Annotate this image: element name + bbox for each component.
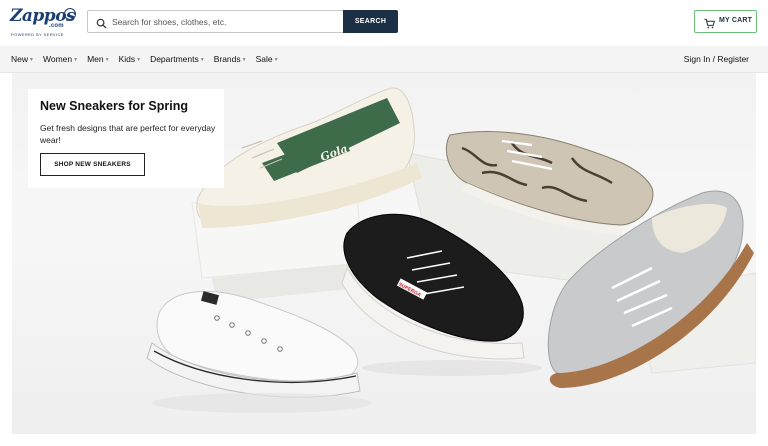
nav-item-label: Brands: [213, 54, 241, 64]
nav-item-kids[interactable]: Kids▼: [119, 54, 142, 64]
shop-new-sneakers-button[interactable]: SHOP NEW SNEAKERS: [40, 153, 145, 176]
chevron-down-icon: ▼: [73, 57, 79, 63]
my-cart-button[interactable]: MY CART: [694, 10, 757, 33]
search-box: [87, 10, 343, 33]
logo-dotcom: .com: [49, 23, 64, 29]
zappos-logo[interactable]: Zappos .com POWERED BY SERVICE: [10, 8, 76, 38]
chevron-down-icon: ▼: [104, 57, 110, 63]
nav-item-label: New: [11, 54, 29, 64]
search-icon: [96, 16, 108, 29]
chevron-down-icon: ▼: [241, 57, 247, 63]
nav-item-brands[interactable]: Brands▼: [214, 54, 247, 64]
nav-item-sale[interactable]: Sale▼: [256, 54, 279, 64]
site-header: Zappos .com POWERED BY SERVICE SEARCH MY…: [0, 0, 768, 46]
nav-item-label: Women: [42, 54, 73, 64]
logo-badge-icon: [64, 8, 76, 20]
nav-item-label: Departments: [150, 54, 199, 64]
nav-item-women[interactable]: Women▼: [43, 54, 78, 64]
promo-title: New Sneakers for Spring: [40, 99, 188, 113]
nav-menu: New▼ Women▼ Men▼ Kids▼ Departments▼ Bran…: [11, 54, 279, 64]
nav-item-label: Kids: [118, 54, 136, 64]
chevron-down-icon: ▼: [136, 57, 142, 63]
search-input[interactable]: [112, 14, 338, 29]
nav-item-departments[interactable]: Departments▼: [150, 54, 205, 64]
nav-item-men[interactable]: Men▼: [87, 54, 110, 64]
search-button[interactable]: SEARCH: [343, 10, 398, 33]
chevron-down-icon: ▼: [29, 57, 34, 63]
promo-card: New Sneakers for Spring Get fresh design…: [28, 89, 224, 188]
gola-sneaker: Gola: [196, 87, 422, 228]
promo-description: Get fresh designs that are perfect for e…: [40, 123, 216, 145]
cart-label: MY CART: [719, 17, 753, 24]
chevron-down-icon: ▼: [199, 57, 205, 63]
nav-item-new[interactable]: New▼: [11, 54, 34, 64]
logo-tagline: POWERED BY SERVICE: [11, 32, 64, 37]
nav-item-label: Men: [87, 54, 104, 64]
cart-icon: [704, 16, 715, 29]
white-sneaker: [146, 290, 361, 398]
hero-banner[interactable]: Gola SUPERGA New Sneakers for Spring Get…: [12, 73, 756, 434]
main-nav: New▼ Women▼ Men▼ Kids▼ Departments▼ Bran…: [0, 46, 768, 73]
sign-in-register-link[interactable]: Sign In / Register: [684, 54, 749, 64]
nav-item-label: Sale: [255, 54, 273, 64]
chevron-down-icon: ▼: [273, 57, 279, 63]
